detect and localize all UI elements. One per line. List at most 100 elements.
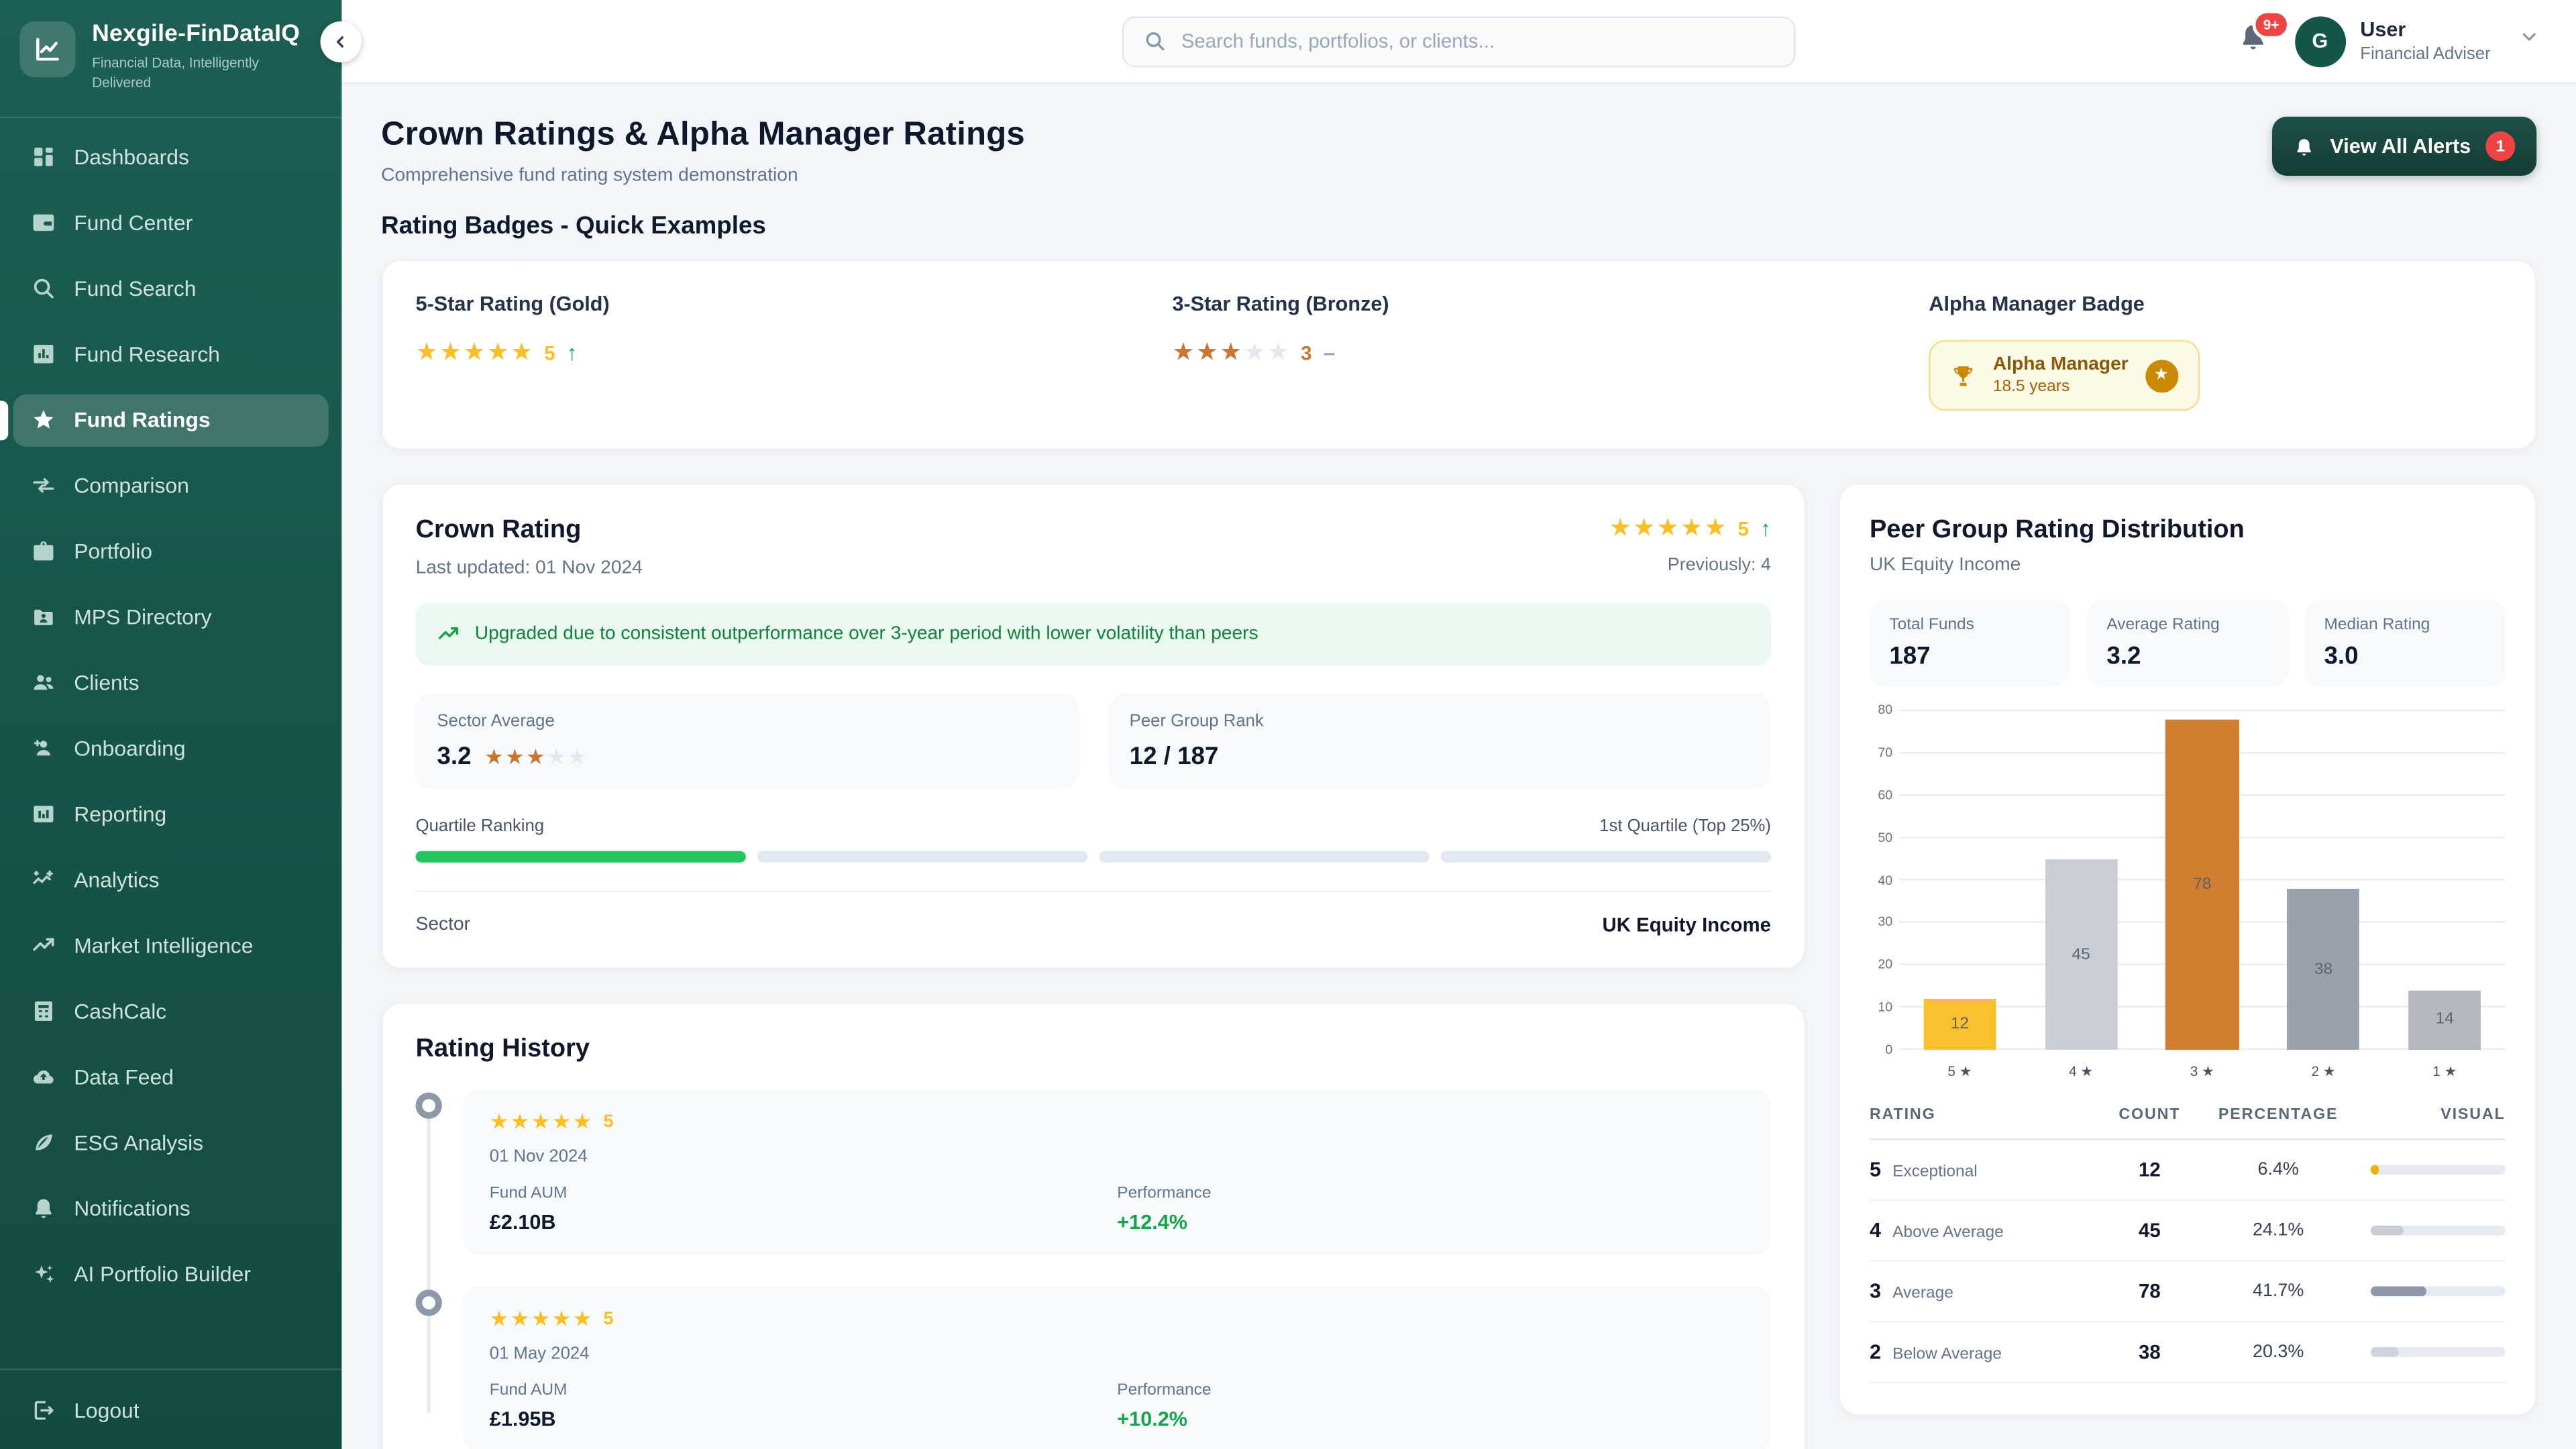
sidebar-item-onboarding[interactable]: Onboarding: [13, 722, 329, 775]
peer-distribution-card: Peer Group Rating Distribution UK Equity…: [1838, 483, 2536, 1416]
chart-bar-5-star: 12: [1923, 999, 1996, 1050]
median-rating-stat: Median Rating 3.0: [2304, 600, 2506, 687]
briefcase-icon: [30, 538, 56, 564]
sidebar-item-cashcalc[interactable]: CashCalc: [13, 985, 329, 1037]
history-item: ★★★★★ 5 01 May 2024 Fund AUM £1.95B: [416, 1287, 1771, 1449]
sidebar-item-clients[interactable]: Clients: [13, 657, 329, 709]
sidebar-item-data-feed[interactable]: Data Feed: [13, 1051, 329, 1103]
performance-value: +12.4%: [1117, 1211, 1745, 1234]
sidebar-item-dashboards[interactable]: Dashboards: [13, 131, 329, 183]
sidebar-item-esg-analysis[interactable]: ESG Analysis: [13, 1116, 329, 1169]
trend-up-icon: ↑: [567, 340, 578, 365]
global-search[interactable]: [1122, 15, 1796, 66]
search-input[interactable]: [1181, 30, 1774, 52]
gold-rating-example: 5-Star Rating (Gold) ★★★★★ 5 ↑: [416, 292, 1173, 411]
trending-up-icon: [437, 623, 460, 645]
brand-name: Nexgile-FinDataIQ: [92, 21, 300, 48]
bell-icon: [2294, 136, 2316, 157]
alerts-count-badge: 1: [2485, 131, 2515, 161]
sidebar-item-reporting[interactable]: Reporting: [13, 788, 329, 841]
history-date: 01 May 2024: [490, 1344, 1745, 1363]
sidebar-item-mps-directory[interactable]: MPS Directory: [13, 591, 329, 643]
chart-plot-area: 12 45 78 38 14: [1899, 710, 2506, 1050]
alpha-manager-example: Alpha Manager Badge Alpha Manager 18.5 y…: [1929, 292, 2502, 411]
trending-up-icon: [30, 932, 56, 959]
user-name: User: [2360, 18, 2490, 41]
star-rating: ★★★★★: [490, 1111, 592, 1132]
rating-distribution-chart: 0 10 20 30 40 50 60 70 80 12 45: [1870, 710, 2506, 1050]
page-title: Crown Ratings & Alpha Manager Ratings: [381, 117, 1025, 154]
distribution-subtitle: UK Equity Income: [1870, 555, 2506, 575]
chart-bar-3-star: 78: [2166, 720, 2239, 1050]
cloud-upload-icon: [30, 1064, 56, 1090]
trend-up-icon: ↑: [1760, 516, 1771, 541]
bell-icon: [30, 1195, 56, 1222]
history-date: 01 Nov 2024: [490, 1146, 1745, 1166]
sidebar-item-ai-portfolio-builder[interactable]: AI Portfolio Builder: [13, 1248, 329, 1300]
logout-icon: [30, 1397, 56, 1423]
quartile-segment-4: [1441, 851, 1771, 863]
leaf-icon: [30, 1130, 56, 1156]
sector-value: UK Equity Income: [1603, 914, 1771, 936]
percentage-bar: [2371, 1165, 2379, 1175]
upgrade-notice: Upgraded due to consistent outperformanc…: [416, 603, 1771, 665]
app-window: Nexgile-FinDataIQ Financial Data, Intell…: [0, 0, 2576, 1449]
star-rating: ★★★★★: [490, 1307, 592, 1329]
chart-x-axis: 5 ★ 4 ★ 3 ★ 2 ★ 1 ★: [1899, 1063, 2506, 1081]
timeline-marker-icon: [416, 1289, 442, 1316]
page-content: Crown Ratings & Alpha Manager Ratings Co…: [341, 84, 2576, 1449]
notifications-count-badge: 9+: [2252, 10, 2291, 40]
grid-icon: [30, 144, 56, 170]
folder-user-icon: [30, 604, 56, 630]
notifications-button[interactable]: 9+: [2237, 21, 2269, 61]
star-rating: ★★★★★: [484, 746, 587, 767]
sidebar-item-logout[interactable]: Logout: [13, 1383, 329, 1436]
calculator-icon: [30, 998, 56, 1024]
star-medal-icon: ★: [2145, 359, 2178, 392]
search-icon: [30, 276, 56, 302]
chart-y-axis: 0 10 20 30 40 50 60 70 80: [1870, 710, 1899, 1050]
sidebar-item-fund-research[interactable]: Fund Research: [13, 328, 329, 380]
rating-history-title: Rating History: [416, 1035, 1771, 1065]
users-icon: [30, 669, 56, 696]
sidebar-item-portfolio[interactable]: Portfolio: [13, 525, 329, 578]
brand-chart-line-icon: [19, 21, 75, 77]
sidebar-item-comparison[interactable]: Comparison: [13, 460, 329, 512]
chart-bar-2-star: 38: [2287, 889, 2359, 1050]
brand-tagline: Financial Data, Intelligently Delivered: [92, 52, 289, 93]
sidebar-item-notifications[interactable]: Notifications: [13, 1182, 329, 1234]
user-role: Financial Adviser: [2360, 44, 2490, 64]
fund-aum-value: £2.10B: [490, 1211, 1118, 1234]
table-header: RATING COUNT PERCENTAGE VISUAL: [1870, 1106, 2506, 1140]
sidebar-item-fund-center[interactable]: Fund Center: [13, 197, 329, 249]
sidebar-collapse-button[interactable]: [321, 21, 362, 62]
view-all-alerts-button[interactable]: View All Alerts 1: [2273, 117, 2537, 176]
table-row: 3Average 78 41.7%: [1870, 1262, 2506, 1323]
wallet-icon: [30, 210, 56, 236]
bar-chart-icon: [30, 801, 56, 827]
section-heading-rating-badges: Rating Badges - Quick Examples: [381, 212, 2536, 240]
trend-flat-icon: –: [1324, 340, 1336, 365]
table-row: 4Above Average 45 24.1%: [1870, 1201, 2506, 1262]
crown-rating-title: Crown Rating: [416, 516, 643, 545]
performance-value: +10.2%: [1117, 1408, 1745, 1431]
sidebar-item-fund-ratings[interactable]: Fund Ratings: [13, 394, 329, 446]
sidebar-item-market-intelligence[interactable]: Market Intelligence: [13, 920, 329, 972]
chevron-left-icon: [332, 33, 350, 51]
sidebar-item-fund-search[interactable]: Fund Search: [13, 262, 329, 315]
distribution-table: RATING COUNT PERCENTAGE VISUAL 5Exceptio…: [1870, 1106, 2506, 1383]
rating-history-card: Rating History ★★★★★ 5 01 Nov 2024: [381, 1002, 1805, 1449]
page-subtitle: Comprehensive fund rating system demonst…: [381, 166, 1025, 185]
quartile-progress: [416, 851, 1771, 863]
chart-square-icon: [30, 341, 56, 367]
timeline-marker-icon: [416, 1093, 442, 1119]
total-funds-stat: Total Funds 187: [1870, 600, 2071, 687]
compare-arrows-icon: [30, 472, 56, 498]
star-icon: [30, 407, 56, 433]
user-menu[interactable]: G User Financial Adviser: [2294, 15, 2540, 66]
previous-rating: Previously: 4: [1609, 555, 1771, 575]
search-icon: [1143, 30, 1166, 52]
sidebar-item-analytics[interactable]: Analytics: [13, 854, 329, 906]
star-rating: ★★★★★: [416, 340, 533, 365]
quartile-segment-3: [1099, 851, 1429, 863]
